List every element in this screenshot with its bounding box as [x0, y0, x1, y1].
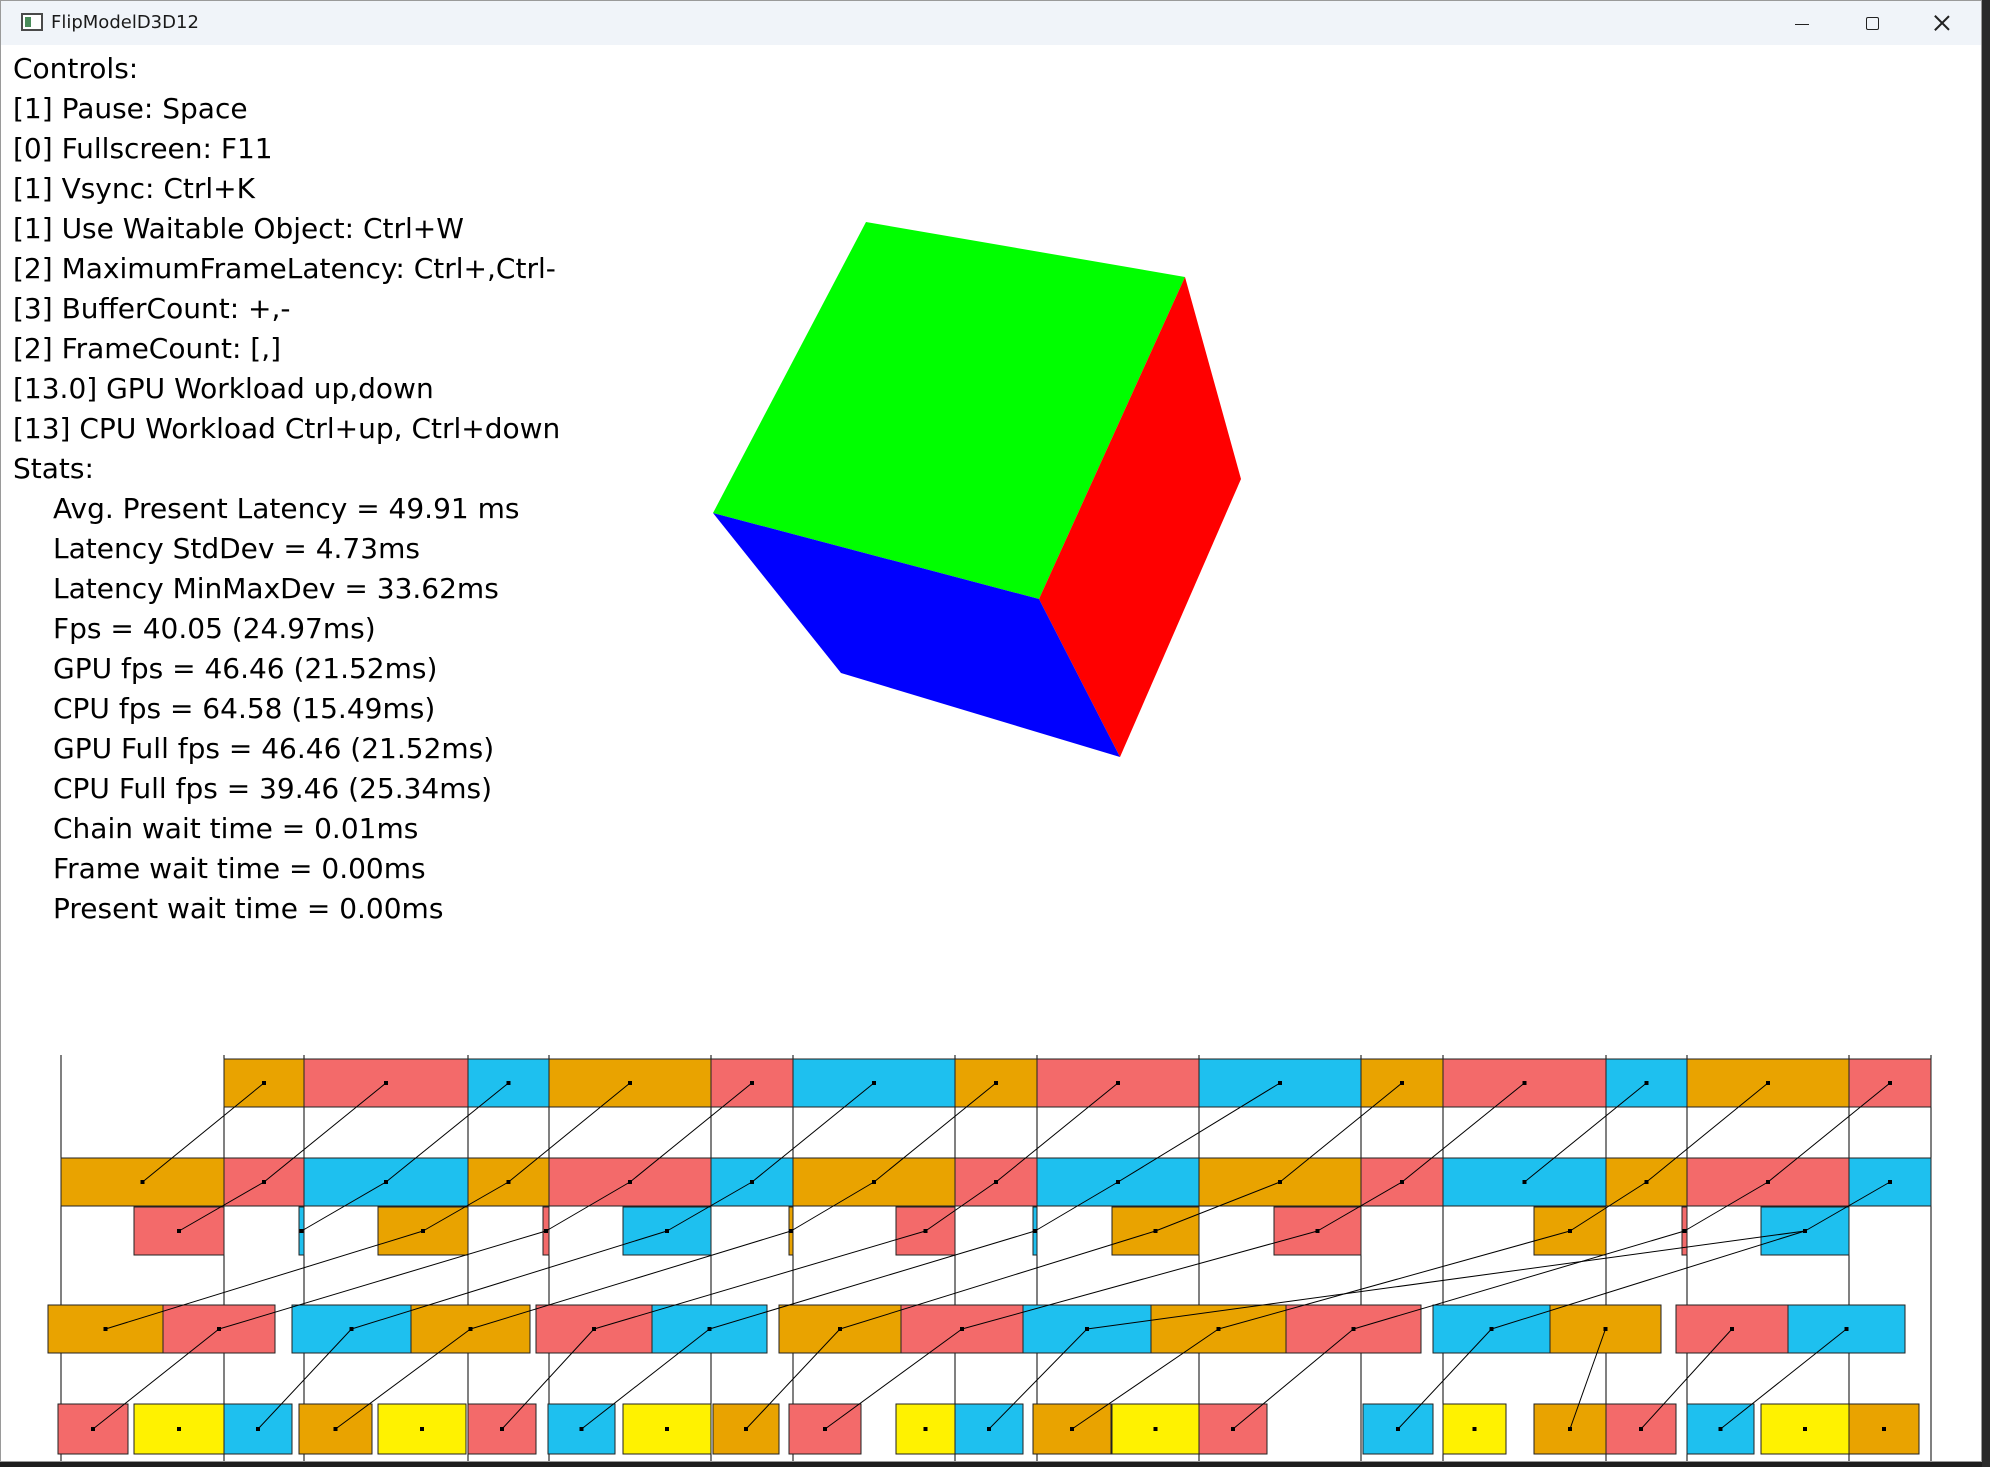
control-line: [1] Pause: Space — [13, 92, 248, 125]
maximize-button[interactable] — [1837, 1, 1907, 45]
title-bar[interactable]: FlipModelD3D12 — [1, 1, 1981, 45]
minimize-button[interactable] — [1767, 1, 1837, 45]
stat-line: Fps = 40.05 (24.97ms) — [53, 612, 376, 645]
close-button[interactable] — [1907, 1, 1977, 45]
maximize-icon — [1865, 16, 1879, 30]
stat-line: GPU Full fps = 46.46 (21.52ms) — [53, 732, 495, 765]
rotating-cube — [713, 222, 1241, 757]
control-line: [3] BufferCount: +,- — [13, 292, 291, 325]
control-line: [13] CPU Workload Ctrl+up, Ctrl+down — [13, 412, 561, 445]
stat-line: Chain wait time = 0.01ms — [53, 812, 419, 845]
frame-timeline-graph — [47, 1055, 1932, 1461]
control-line: [13.0] GPU Workload up,down — [13, 372, 434, 405]
control-line: [1] Use Waitable Object: Ctrl+W — [13, 212, 464, 245]
stat-line: Latency MinMaxDev = 33.62ms — [53, 572, 499, 605]
stat-line: Frame wait time = 0.00ms — [53, 852, 426, 885]
app-window: FlipModelD3D12 Controls: [1] Pause: Spac… — [0, 0, 1982, 1462]
controls-heading: Controls: — [13, 52, 139, 85]
control-line: [1] Vsync: Ctrl+K — [13, 172, 255, 205]
timeline-marker — [1882, 1427, 1886, 1431]
stat-line: CPU fps = 64.58 (15.49ms) — [53, 692, 436, 725]
timeline-marker — [1472, 1427, 1477, 1431]
window-icon — [21, 13, 43, 31]
stat-line: GPU fps = 46.46 (21.52ms) — [53, 652, 438, 685]
timeline-marker — [665, 1427, 669, 1431]
stats-overlay: Controls: [1] Pause: Space [0] Fullscree… — [13, 49, 560, 929]
control-line: [2] FrameCount: [,] — [13, 332, 282, 365]
timeline-marker — [1803, 1427, 1807, 1431]
control-line: [0] Fullscreen: F11 — [13, 132, 273, 165]
stat-line: Present wait time = 0.00ms — [53, 892, 444, 925]
close-icon — [1934, 15, 1950, 31]
control-line: [2] MaximumFrameLatency: Ctrl+,Ctrl- — [13, 252, 556, 285]
background-desktop-edge — [1982, 0, 1990, 1467]
timeline-marker — [923, 1427, 928, 1431]
stat-line: CPU Full fps = 39.46 (25.34ms) — [53, 772, 493, 805]
timeline-marker — [420, 1427, 424, 1431]
timeline-marker — [177, 1427, 181, 1431]
timeline-marker — [1153, 1427, 1158, 1431]
stat-line: Latency StdDev = 4.73ms — [53, 532, 420, 565]
stats-heading: Stats: — [13, 452, 94, 485]
window-title: FlipModelD3D12 — [51, 12, 199, 33]
minimize-icon — [1795, 23, 1809, 25]
stat-line: Avg. Present Latency = 49.91 ms — [53, 492, 520, 525]
